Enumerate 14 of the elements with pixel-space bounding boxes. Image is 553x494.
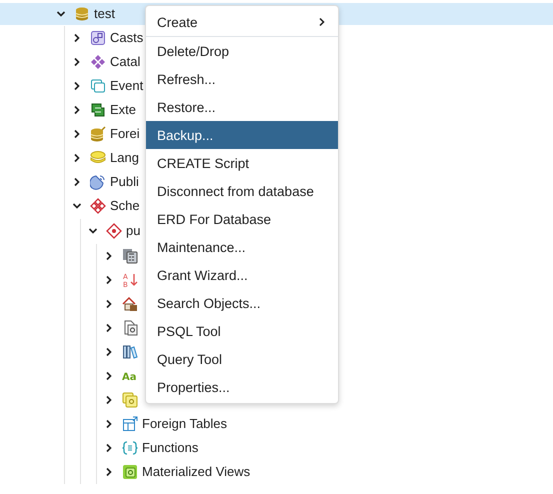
tree-item-label: Casts (110, 30, 144, 46)
tree-item-label: Event (110, 78, 144, 94)
tree-item-label: Forei (110, 126, 140, 142)
tree-item-label: test (94, 6, 115, 22)
tree-item-label: Publi (110, 174, 139, 190)
text-aa-icon: Aa (122, 368, 138, 384)
tree-item-label: Foreign Tables (142, 416, 228, 432)
tree-item-label: Catal (110, 54, 140, 70)
tree-item-label: Functions (142, 440, 198, 456)
tree-item-label: pu (126, 223, 140, 239)
tree-item-label: Exte (110, 102, 136, 118)
tree-item-label: Materialized Views (142, 464, 250, 480)
tree-item-label: Sche (110, 198, 140, 214)
tree-item-label: Lang (110, 150, 139, 166)
